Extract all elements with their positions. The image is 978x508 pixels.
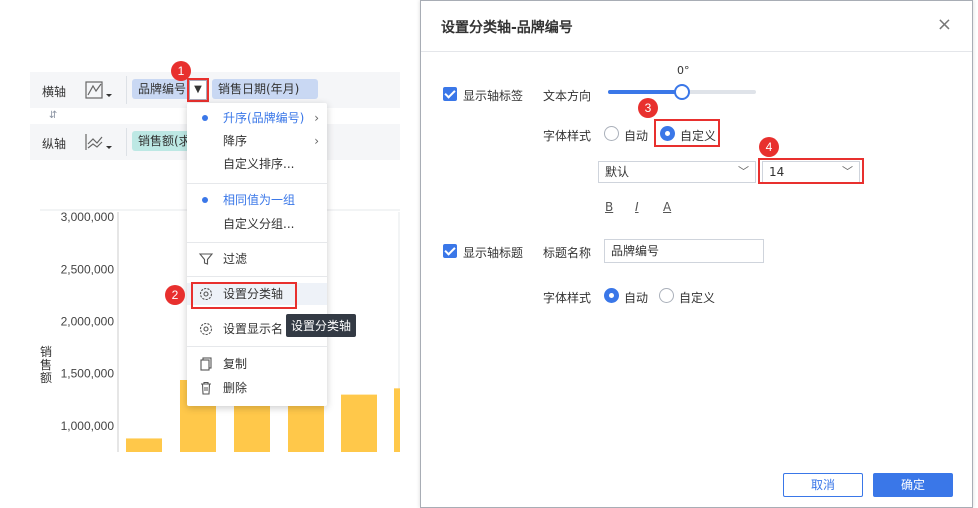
bold-button[interactable]: B	[605, 200, 613, 214]
divider	[126, 76, 127, 104]
font-family-value: 默认	[605, 165, 630, 179]
show-axis-title-checkbox[interactable]	[443, 244, 457, 258]
chart-bar[interactable]	[341, 394, 377, 452]
menu-custom-group[interactable]: 自定义分组...	[187, 213, 327, 235]
menu-copy[interactable]: 复制	[187, 353, 327, 375]
menu-label: 升序(品牌编号)	[223, 111, 305, 125]
tooltip: 设置分类轴	[286, 314, 357, 337]
swap-icon[interactable]: ⇵	[49, 110, 57, 121]
close-icon[interactable]: ×	[937, 15, 952, 35]
context-menu: 升序(品牌编号) › 降序 › 自定义排序... 相同值为一组 自定义分组...…	[187, 103, 327, 406]
menu-label: 自定义分组...	[223, 217, 295, 231]
chevron-right-icon: ›	[314, 134, 319, 148]
step-badge: 2	[165, 285, 185, 305]
x-axis-label: 横轴	[42, 85, 67, 99]
menu-sort-desc[interactable]: 降序 ›	[187, 130, 327, 152]
cancel-button[interactable]: 取消	[783, 473, 863, 497]
text-direction-label: 文本方向	[543, 89, 592, 103]
divider	[187, 346, 327, 347]
radio-auto[interactable]	[604, 288, 619, 303]
step-badge: 3	[638, 98, 658, 118]
menu-label: 降序	[223, 134, 248, 148]
highlight-box	[654, 119, 720, 147]
copy-icon	[200, 357, 212, 371]
radio-auto[interactable]	[604, 126, 619, 141]
trash-icon	[201, 381, 211, 395]
menu-filter[interactable]: 过滤	[187, 248, 327, 270]
direction-slider-handle[interactable]	[674, 84, 690, 100]
show-axis-title-text: 显示轴标题	[463, 246, 524, 260]
show-axis-label-text: 显示轴标签	[463, 89, 524, 103]
radio-custom[interactable]	[659, 288, 674, 303]
selected-dot	[202, 197, 208, 203]
filter-icon	[198, 253, 214, 265]
radio-custom-label: 自定义	[679, 291, 716, 305]
y-tick-label: 1,000,000	[61, 419, 115, 433]
step-badge: 1	[171, 61, 191, 81]
y-axis-label: 纵轴	[42, 137, 67, 151]
pill-sales-amount[interactable]: 销售额(求	[132, 131, 192, 151]
menu-label: 过滤	[223, 252, 248, 266]
axis-settings-dialog: 设置分类轴-品牌编号 × 显示轴标签 文本方向 0° 字体样式 自动 自定义 3…	[420, 0, 973, 508]
font-color-button[interactable]: A	[663, 200, 671, 214]
highlight-box	[191, 282, 297, 309]
highlight-box	[758, 158, 864, 184]
menu-custom-sort[interactable]: 自定义排序...	[187, 153, 327, 175]
title-name-input[interactable]: 品牌编号	[604, 239, 764, 263]
radio-auto-label: 自动	[624, 129, 649, 143]
y-axis-title: 额	[40, 371, 52, 385]
dialog-title: 设置分类轴-品牌编号	[441, 20, 573, 36]
divider	[187, 242, 327, 243]
chevron-down-icon: ﹀	[738, 165, 749, 178]
ok-button[interactable]: 确定	[873, 473, 953, 497]
divider	[187, 276, 327, 277]
menu-delete[interactable]: 删除	[187, 377, 327, 399]
divider	[126, 128, 127, 156]
menu-same-group[interactable]: 相同值为一组	[187, 189, 327, 211]
line-chart-icon[interactable]	[84, 132, 116, 154]
font-family-select[interactable]: 默认 ﹀	[598, 161, 756, 183]
italic-button[interactable]: I	[635, 200, 639, 214]
font-style-label: 字体样式	[543, 129, 592, 143]
radio-auto-label: 自动	[624, 291, 649, 305]
step-badge: 4	[759, 137, 779, 157]
menu-label: 自定义排序...	[223, 157, 295, 171]
y-tick-label: 1,500,000	[61, 367, 115, 381]
menu-label: 设置显示名	[223, 322, 284, 336]
angle-readout: 0°	[677, 64, 690, 77]
title-name-label: 标题名称	[543, 246, 592, 260]
y-axis-title: 销	[40, 345, 52, 359]
y-axis-title: 售	[40, 357, 52, 372]
line-chart-icon[interactable]	[84, 80, 116, 102]
divider	[421, 51, 972, 52]
menu-label: 相同值为一组	[223, 193, 296, 207]
y-tick-label: 2,000,000	[61, 315, 115, 329]
gear-icon	[199, 322, 213, 336]
y-tick-label: 2,500,000	[61, 262, 115, 276]
chart-bar[interactable]	[126, 438, 162, 452]
menu-label: 删除	[223, 381, 248, 395]
chart-bar[interactable]	[394, 388, 400, 452]
divider	[187, 183, 327, 184]
menu-sort-asc[interactable]: 升序(品牌编号) ›	[187, 107, 327, 129]
chevron-right-icon: ›	[314, 111, 319, 125]
direction-slider-fill	[608, 90, 682, 94]
menu-label: 复制	[223, 357, 248, 371]
y-tick-label: 3,000,000	[61, 210, 115, 224]
show-axis-label-checkbox[interactable]	[443, 87, 457, 101]
pill-sales-date[interactable]: 销售日期(年月)	[212, 79, 318, 99]
selected-dot	[202, 115, 208, 121]
font-style-label: 字体样式	[543, 291, 592, 305]
highlight-box	[187, 78, 209, 102]
